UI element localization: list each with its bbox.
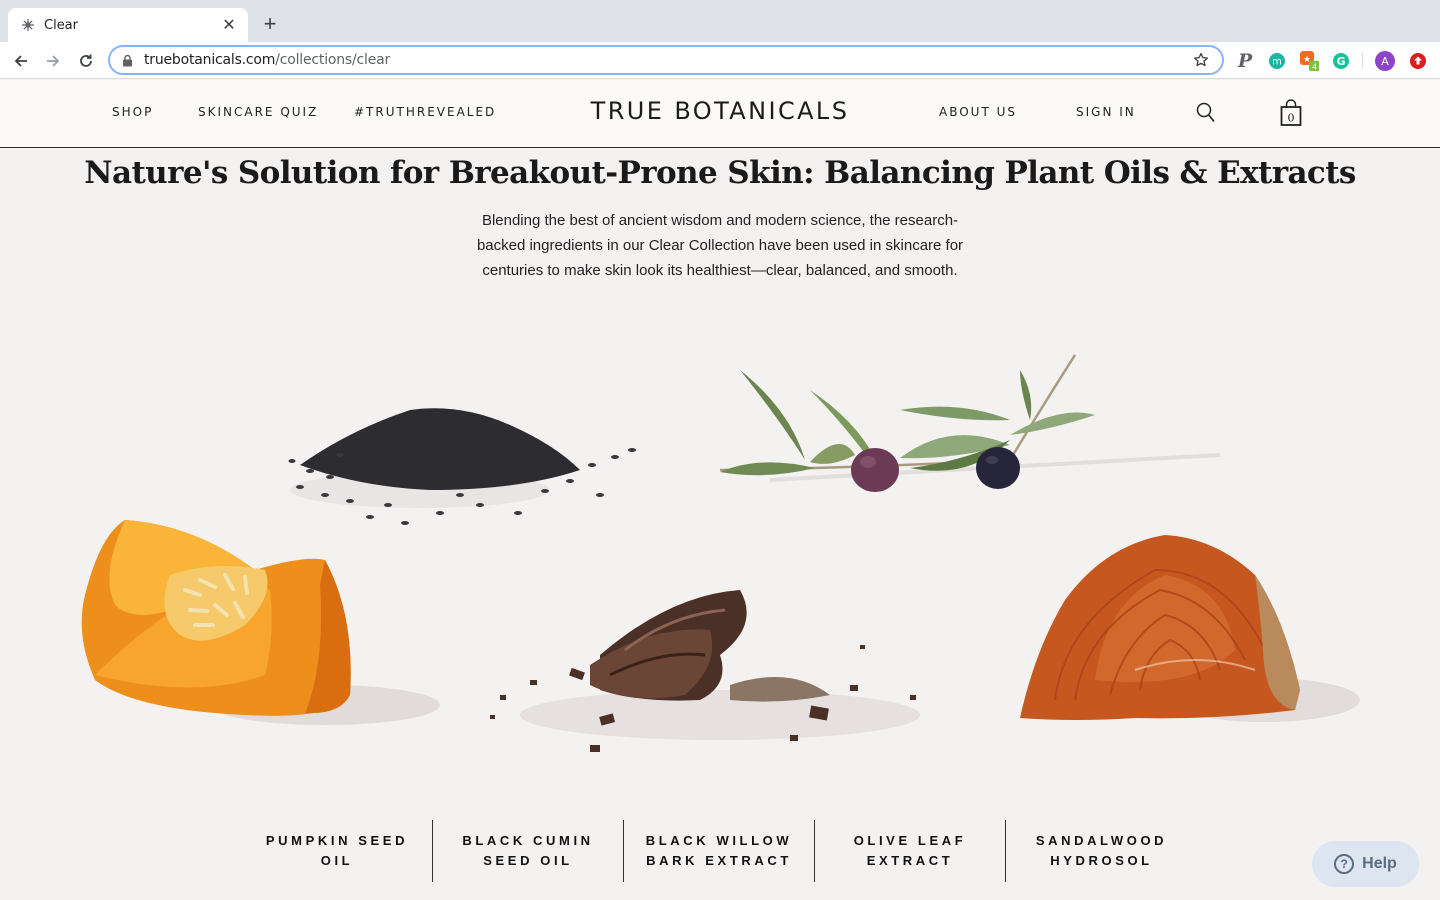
close-tab-icon[interactable]: ✕	[220, 16, 238, 34]
url-text: truebotanicals.com/collections/clear	[144, 52, 391, 68]
sandalwood-image	[1015, 530, 1365, 735]
browser-toolbar: truebotanicals.com/collections/clear P m…	[0, 42, 1440, 79]
ingredient-olive-leaf-extract[interactable]: OLIVE LEAF EXTRACT	[815, 820, 1006, 882]
site-favicon-icon	[20, 17, 36, 33]
tag-extension-icon[interactable]: ★ 4	[1299, 51, 1319, 72]
svg-text:4: 4	[1312, 63, 1317, 72]
svg-text:G: G	[1336, 55, 1345, 68]
cart-count: 0	[1288, 112, 1295, 125]
olive-branch-image	[710, 350, 1230, 505]
profile-avatar[interactable]: A	[1375, 51, 1395, 71]
brand-logo[interactable]: TRUE BOTANICALS	[560, 97, 880, 125]
svg-text:A: A	[1381, 55, 1389, 68]
browser-tab[interactable]: Clear ✕	[8, 8, 248, 42]
address-bar[interactable]: truebotanicals.com/collections/clear	[108, 45, 1224, 75]
toolbar-divider	[1362, 53, 1363, 69]
m-extension-icon[interactable]: m	[1267, 51, 1287, 71]
ingredient-sandalwood-hydrosol[interactable]: SANDALWOOD HYDROSOL	[1006, 820, 1197, 882]
svg-text:m: m	[1272, 57, 1282, 68]
help-label: Help	[1362, 855, 1397, 872]
nav-truthrevealed[interactable]: #TRUTHREVEALED	[354, 105, 496, 119]
grammarly-icon[interactable]: G	[1331, 51, 1351, 71]
ingredient-labels: PUMPKIN SEED OIL BLACK CUMIN SEED OIL BLAC…	[242, 820, 1198, 882]
new-tab-icon[interactable]: +	[258, 11, 282, 36]
cart-bag-icon[interactable]: 0	[1280, 99, 1302, 132]
ingredient-black-cumin-seed-oil[interactable]: BLACK CUMIN SEED OIL	[433, 820, 624, 882]
search-icon[interactable]	[1196, 102, 1216, 129]
tab-title: Clear	[44, 17, 78, 33]
lock-icon	[122, 53, 136, 67]
nav-shop[interactable]: SHOP	[112, 105, 153, 119]
intro-paragraph: Blending the best of ancient wisdom and …	[476, 212, 964, 279]
upload-icon[interactable]	[1408, 51, 1428, 71]
black-willow-bark-image	[470, 585, 960, 780]
ingredient-pumpkin-seed-oil[interactable]: PUMPKIN SEED OIL	[242, 820, 433, 882]
help-button[interactable]: ? Help	[1312, 841, 1419, 887]
reload-icon[interactable]	[73, 48, 99, 74]
bookmark-star-icon[interactable]	[1192, 51, 1210, 69]
back-arrow-icon[interactable]	[8, 48, 34, 74]
ingredient-black-willow-bark-extract[interactable]: BLACK WILLOW BARK EXTRACT	[624, 820, 815, 882]
nav-sign-in[interactable]: SIGN IN	[1076, 105, 1136, 119]
pumpkin-image	[75, 515, 445, 735]
pinterest-icon[interactable]: P	[1235, 50, 1255, 72]
browser-tabstrip: Clear ✕ +	[0, 0, 1440, 42]
site-header: SHOP SKINCARE QUIZ #TRUTHREVEALED TRUE B…	[0, 80, 1440, 148]
question-icon: ?	[1334, 854, 1355, 874]
nav-skincare-quiz[interactable]: SKINCARE QUIZ	[198, 105, 318, 119]
nav-about-us[interactable]: ABOUT US	[939, 105, 1017, 119]
page-title: Nature's Solution for Breakout-Prone Ski…	[84, 155, 1356, 191]
forward-arrow-icon[interactable]	[40, 48, 66, 74]
